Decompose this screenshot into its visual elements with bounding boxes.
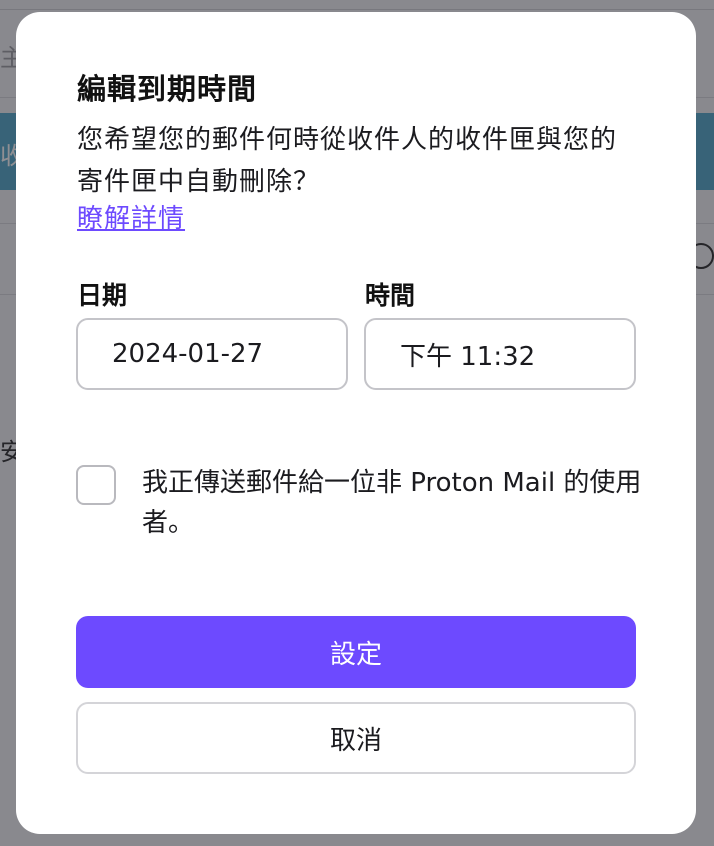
date-label: 日期 bbox=[77, 281, 128, 310]
non-proton-user-checkbox[interactable] bbox=[76, 465, 116, 505]
date-input[interactable]: 2024-01-27 bbox=[76, 318, 348, 390]
time-input[interactable]: 下午 11:32 bbox=[364, 318, 636, 390]
learn-more-link[interactable]: 瞭解詳情 bbox=[77, 198, 185, 240]
modal-title: 編輯到期時間 bbox=[77, 72, 258, 106]
checkbox-label: 我正傳送郵件給一位非 Proton Mail 的使用者。 bbox=[142, 468, 642, 538]
set-button[interactable]: 設定 bbox=[76, 616, 636, 688]
expiration-modal: 編輯到期時間 您希望您的郵件何時從收件人的收件匣與您的寄件匣中自動刪除？ 瞭解詳… bbox=[16, 12, 696, 834]
cancel-button[interactable]: 取消 bbox=[76, 702, 636, 774]
time-label: 時間 bbox=[365, 281, 416, 310]
modal-description: 您希望您的郵件何時從收件人的收件匣與您的寄件匣中自動刪除？ bbox=[77, 125, 618, 197]
